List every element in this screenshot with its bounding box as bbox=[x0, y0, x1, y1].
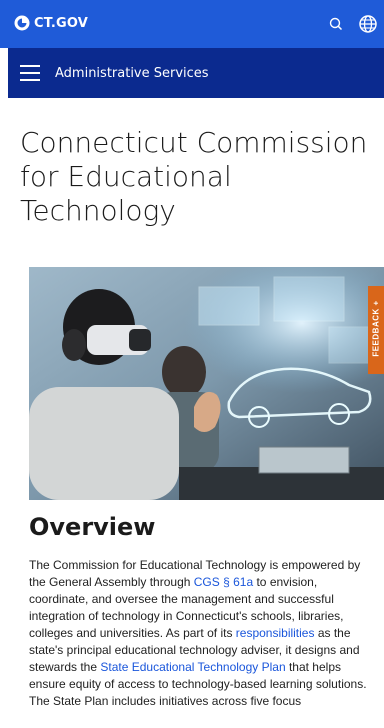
feedback-tab[interactable]: FEEDBACK + bbox=[368, 286, 384, 374]
globe-icon[interactable] bbox=[358, 14, 378, 34]
overview-heading: Overview bbox=[29, 513, 156, 541]
agency-nav-bar: Administrative Services bbox=[8, 48, 384, 98]
overview-paragraph: The Commission for Educational Technolog… bbox=[29, 557, 379, 710]
page-title-line-1: Connecticut Commission bbox=[20, 126, 368, 159]
agency-name-link[interactable]: Administrative Services bbox=[55, 66, 209, 81]
ct-logo-icon bbox=[14, 15, 30, 31]
page-title-line-2: for Educational bbox=[20, 160, 232, 193]
ct-gov-logo[interactable]: CT.GOV bbox=[14, 15, 88, 31]
logo-text: CT.GOV bbox=[34, 15, 89, 31]
search-icon[interactable] bbox=[328, 16, 344, 32]
cgs-61a-link[interactable]: CGS § 61a bbox=[194, 575, 253, 589]
feedback-label: FEEDBACK + bbox=[371, 300, 381, 357]
hero-image-vr-student bbox=[29, 267, 384, 500]
top-bar: CT.GOV bbox=[0, 0, 384, 48]
state-ed-tech-plan-link[interactable]: State Educational Technology Plan bbox=[100, 660, 285, 674]
responsibilities-link[interactable]: responsibilities bbox=[236, 626, 315, 640]
page-title: Connecticut Commission for Educational T… bbox=[20, 126, 384, 228]
hamburger-menu-icon[interactable] bbox=[20, 65, 40, 81]
page-title-line-3: Technology bbox=[20, 194, 176, 227]
